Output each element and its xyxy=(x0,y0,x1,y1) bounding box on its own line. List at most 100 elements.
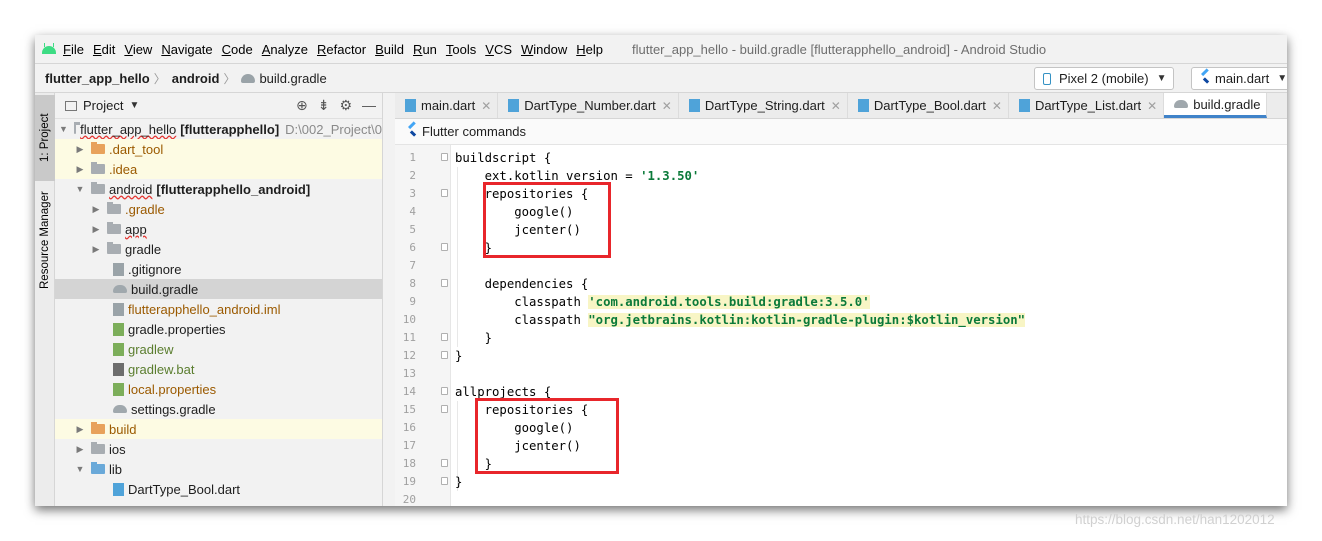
collapse-all-icon[interactable]: ⇟ xyxy=(318,97,330,114)
tab-darttype-list[interactable]: DartType_List.dart ✕ xyxy=(1009,93,1165,118)
tree-item-idea[interactable]: ▶ .idea xyxy=(55,159,382,179)
project-tool-tab[interactable]: 1: Project xyxy=(35,95,55,181)
tree-item-dart-tool[interactable]: ▶ .dart_tool xyxy=(55,139,382,159)
gear-icon[interactable]: ⚙ xyxy=(339,97,352,114)
flutter-commands-label: Flutter commands xyxy=(422,124,527,139)
fold-marker-icon[interactable] xyxy=(441,459,448,467)
dart-file-icon xyxy=(857,99,869,112)
menu-refactor[interactable]: Refactor xyxy=(317,42,366,57)
code-line: } xyxy=(455,475,463,489)
menu-vcs[interactable]: VCS xyxy=(485,42,512,57)
fold-marker-icon[interactable] xyxy=(441,243,448,251)
close-icon[interactable]: ✕ xyxy=(481,99,491,113)
expanded-arrow-icon[interactable]: ▼ xyxy=(59,124,68,134)
line-number: 17 xyxy=(402,439,416,452)
menu-code[interactable]: Code xyxy=(222,42,253,57)
tree-item-gradlew[interactable]: gradlew xyxy=(55,339,382,359)
menu-view[interactable]: View xyxy=(124,42,152,57)
fold-marker-icon[interactable] xyxy=(441,189,448,197)
menu-window[interactable]: Window xyxy=(521,42,567,57)
breadcrumb-project[interactable]: flutter_app_hello xyxy=(45,71,150,86)
tree-item-root[interactable]: ▼ flutter_app_hello [flutterapphello] D:… xyxy=(55,119,382,139)
project-panel-header: Project ▼ ⊕ ⇟ ⚙ — xyxy=(55,93,382,119)
window-title: flutter_app_hello - build.gradle [flutte… xyxy=(632,41,1047,57)
tab-main-dart[interactable]: main.dart ✕ xyxy=(395,93,499,118)
close-icon[interactable]: ✕ xyxy=(1147,99,1157,113)
tree-item-path: D:\002_Project\0 xyxy=(285,121,382,137)
code-area[interactable]: 1 2 3 4 5 6 7 8 9 10 11 12 13 14 15 16 1… xyxy=(395,145,1287,506)
device-selector[interactable]: Pixel 2 (mobile) ▼ xyxy=(1034,67,1174,90)
collapsed-arrow-icon[interactable]: ▶ xyxy=(75,424,85,435)
fold-marker-icon[interactable] xyxy=(441,351,448,359)
dart-file-icon xyxy=(1018,99,1030,112)
line-number: 19 xyxy=(402,475,416,488)
tree-item-gradlew-bat[interactable]: gradlew.bat xyxy=(55,359,382,379)
expanded-arrow-icon[interactable]: ▼ xyxy=(75,184,85,194)
menu-edit[interactable]: Edit xyxy=(93,42,115,57)
hide-panel-icon[interactable]: — xyxy=(362,97,376,114)
menu-tools[interactable]: Tools xyxy=(446,42,476,57)
fold-marker-icon[interactable] xyxy=(441,387,448,395)
close-icon[interactable]: ✕ xyxy=(992,99,1002,113)
menu-analyze[interactable]: Analyze xyxy=(262,42,308,57)
tree-item-gradle-folder[interactable]: ▶ gradle xyxy=(55,239,382,259)
tree-item-label: gradle xyxy=(125,241,162,257)
dart-file-icon xyxy=(405,99,416,112)
run-config-selector[interactable]: main.dart ▼ xyxy=(1191,67,1287,90)
menu-help[interactable]: Help xyxy=(576,42,603,57)
line-number: 5 xyxy=(409,223,416,236)
breadcrumb-file[interactable]: build.gradle xyxy=(241,71,327,86)
breadcrumb-module[interactable]: android xyxy=(172,71,220,86)
collapsed-arrow-icon[interactable]: ▶ xyxy=(91,244,101,255)
collapsed-arrow-icon[interactable]: ▶ xyxy=(75,444,85,455)
device-selector-label: Pixel 2 (mobile) xyxy=(1059,71,1149,86)
tree-item-build-gradle[interactable]: build.gradle xyxy=(55,279,382,299)
tree-item-local-properties[interactable]: local.properties xyxy=(55,379,382,399)
line-number: 4 xyxy=(409,205,416,218)
fold-marker-icon[interactable] xyxy=(441,477,448,485)
tab-label: build.gradle xyxy=(1193,96,1261,112)
tree-item-android[interactable]: ▼ android [flutterapphello_android] xyxy=(55,179,382,199)
tree-item-module-label: [flutterapphello] xyxy=(180,121,280,137)
tab-darttype-number[interactable]: DartType_Number.dart ✕ xyxy=(498,93,679,118)
tree-item-gradle-properties[interactable]: gradle.properties xyxy=(55,319,382,339)
collapsed-arrow-icon[interactable]: ▶ xyxy=(91,204,101,215)
menu-run[interactable]: Run xyxy=(413,42,437,57)
fold-marker-icon[interactable] xyxy=(441,153,448,161)
project-view-selector[interactable]: Project xyxy=(83,98,123,113)
tree-item-build[interactable]: ▶ build xyxy=(55,419,382,439)
phone-icon xyxy=(1043,72,1051,85)
properties-file-icon xyxy=(113,382,124,396)
fold-marker-icon[interactable] xyxy=(441,333,448,341)
expanded-arrow-icon[interactable]: ▼ xyxy=(75,464,85,474)
menu-file[interactable]: File xyxy=(63,42,84,57)
close-icon[interactable]: ✕ xyxy=(831,99,841,113)
close-icon[interactable]: ✕ xyxy=(662,99,672,113)
menu-navigate[interactable]: Navigate xyxy=(161,42,212,57)
fold-marker-icon[interactable] xyxy=(441,405,448,413)
tree-item-iml[interactable]: flutterapphello_android.iml xyxy=(55,299,382,319)
tree-item-ios[interactable]: ▶ ios xyxy=(55,439,382,459)
tree-item-settings-gradle[interactable]: settings.gradle xyxy=(55,399,382,419)
tree-item-app[interactable]: ▶ app xyxy=(55,219,382,239)
tree-item-dot-gradle[interactable]: ▶ .gradle xyxy=(55,199,382,219)
tab-build-gradle[interactable]: build.gradle xyxy=(1164,93,1268,118)
line-number: 20 xyxy=(402,493,416,506)
tab-darttype-string[interactable]: DartType_String.dart ✕ xyxy=(679,93,848,118)
fold-marker-icon[interactable] xyxy=(441,279,448,287)
tree-item-gitignore[interactable]: .gitignore xyxy=(55,259,382,279)
tree-item-label: app xyxy=(125,221,147,237)
line-number: 15 xyxy=(402,403,416,416)
tree-item-lib[interactable]: ▼ lib xyxy=(55,459,382,479)
resource-manager-tab[interactable]: Resource Manager xyxy=(35,185,55,295)
chevron-down-icon[interactable]: ▼ xyxy=(129,100,139,111)
menu-build[interactable]: Build xyxy=(375,42,404,57)
collapsed-arrow-icon[interactable]: ▶ xyxy=(75,144,85,155)
locate-file-icon[interactable]: ⊕ xyxy=(296,97,308,114)
collapsed-arrow-icon[interactable]: ▶ xyxy=(91,224,101,235)
tab-darttype-bool[interactable]: DartType_Bool.dart ✕ xyxy=(848,93,1009,118)
tree-item-dart-file[interactable]: DartType_Bool.dart xyxy=(55,479,382,499)
flutter-commands-bar[interactable]: Flutter commands xyxy=(395,119,1287,145)
annotation-highlight-box xyxy=(483,182,611,258)
collapsed-arrow-icon[interactable]: ▶ xyxy=(75,164,85,175)
